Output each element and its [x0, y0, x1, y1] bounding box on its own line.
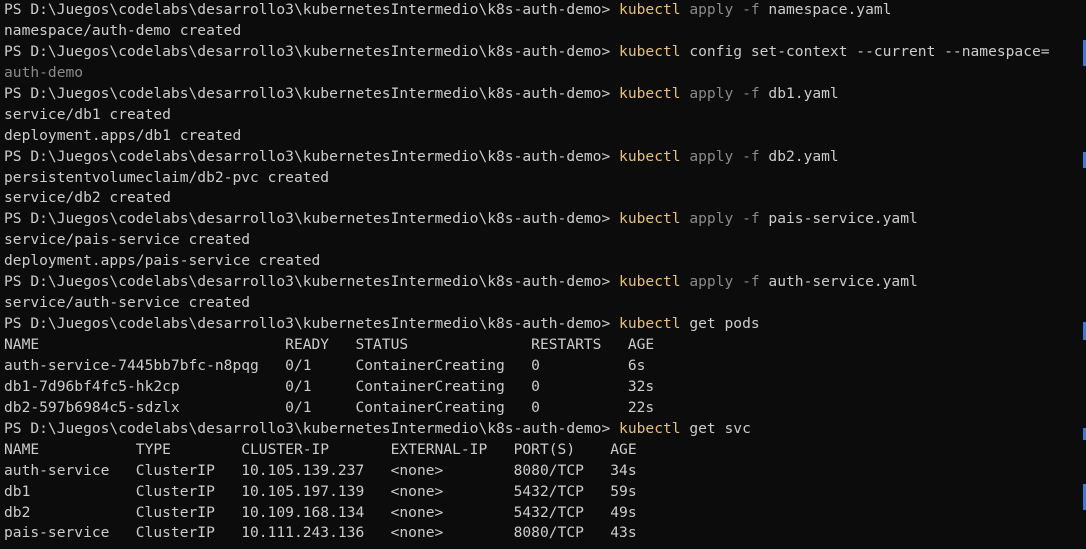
- output-text: NAME READY STATUS RESTARTS AGE: [4, 336, 655, 353]
- command-line: PS D:\Juegos\codelabs\desarrollo3\kubern…: [4, 272, 1086, 293]
- command-line: PS D:\Juegos\codelabs\desarrollo3\kubern…: [4, 209, 1086, 230]
- command-args: namespace.yaml: [759, 1, 892, 18]
- command-name: kubectl: [619, 210, 681, 228]
- output-line: NAME READY STATUS RESTARTS AGE: [4, 335, 1086, 356]
- command-line: PS D:\Juegos\codelabs\desarrollo3\kubern…: [4, 147, 1086, 168]
- output-text: db1 ClusterIP 10.105.197.139 <none> 5432…: [4, 482, 637, 500]
- output-line: auth-service-7445bb7bfc-n8pqg 0/1 Contai…: [4, 356, 1086, 377]
- output-line: service/db2 created: [4, 188, 1086, 209]
- output-line: namespace/auth-demo created: [4, 21, 1086, 42]
- output-line: db1 ClusterIP 10.105.197.139 <none> 5432…: [4, 482, 1086, 503]
- output-text: service/db2 created: [4, 189, 171, 207]
- prompt-text: PS D:\Juegos\codelabs\desarrollo3\kubern…: [4, 42, 620, 60]
- output-line: db2 ClusterIP 10.109.168.134 <none> 5432…: [4, 503, 1086, 524]
- command-flag: apply -f: [680, 1, 760, 18]
- prompt-text: PS D:\Juegos\codelabs\desarrollo3\kubern…: [4, 273, 620, 291]
- command-line: PS D:\Juegos\codelabs\desarrollo3\kubern…: [4, 0, 1086, 21]
- output-text: service/db1 created: [4, 105, 171, 123]
- output-line: service/pais-service created: [4, 230, 1086, 251]
- output-text: NAME TYPE CLUSTER-IP EXTERNAL-IP PORT(S)…: [4, 440, 637, 458]
- prompt-text: PS D:\Juegos\codelabs\desarrollo3\kubern…: [4, 1, 620, 18]
- command-line: PS D:\Juegos\codelabs\desarrollo3\kubern…: [4, 314, 1086, 335]
- output-line: service/db1 created: [4, 105, 1086, 126]
- command-args: db1.yaml: [759, 84, 839, 102]
- command-name: kubectl: [619, 84, 681, 102]
- command-args: config set-context --current --namespace…: [680, 42, 1050, 60]
- command-args: get pods: [680, 315, 760, 333]
- output-line: deployment.apps/pais-service created: [4, 251, 1086, 272]
- output-text: db2 ClusterIP 10.109.168.134 <none> 5432…: [4, 503, 637, 521]
- output-line: db1-7d96bf4fc5-hk2cp 0/1 ContainerCreati…: [4, 377, 1086, 398]
- output-text: auth-service-7445bb7bfc-n8pqg 0/1 Contai…: [4, 356, 646, 374]
- terminal-window[interactable]: PS D:\Juegos\codelabs\desarrollo3\kubern…: [0, 0, 1086, 549]
- command-name: kubectl: [619, 273, 681, 291]
- prompt-text: PS D:\Juegos\codelabs\desarrollo3\kubern…: [4, 147, 620, 165]
- output-line: persistentvolumeclaim/db2-pvc created: [4, 168, 1086, 189]
- command-args: pais-service.yaml: [759, 210, 918, 228]
- wrapped-argument-line: auth-demo: [4, 63, 1086, 84]
- command-flag: apply -f: [680, 210, 760, 228]
- output-text: db1-7d96bf4fc5-hk2cp 0/1 ContainerCreati…: [4, 377, 655, 395]
- command-line: PS D:\Juegos\codelabs\desarrollo3\kubern…: [4, 42, 1086, 63]
- command-args: auth-service.yaml: [759, 273, 918, 291]
- command-flag: apply -f: [680, 147, 760, 165]
- command-name: kubectl: [619, 42, 681, 60]
- output-text: pais-service ClusterIP 10.111.243.136 <n…: [4, 524, 637, 542]
- output-text: db2-597b6984c5-sdzlx 0/1 ContainerCreati…: [4, 398, 655, 416]
- output-line: NAME TYPE CLUSTER-IP EXTERNAL-IP PORT(S)…: [4, 440, 1086, 461]
- terminal-output: PS D:\Juegos\codelabs\desarrollo3\kubern…: [4, 0, 1086, 544]
- output-text: auth-service ClusterIP 10.105.139.237 <n…: [4, 461, 637, 479]
- output-text: namespace/auth-demo created: [4, 21, 242, 39]
- output-text: deployment.apps/db1 created: [4, 126, 242, 144]
- output-line: service/auth-service created: [4, 293, 1086, 314]
- output-text: deployment.apps/pais-service created: [4, 252, 321, 270]
- prompt-text: PS D:\Juegos\codelabs\desarrollo3\kubern…: [4, 419, 620, 437]
- command-args: get svc: [680, 419, 751, 437]
- command-name: kubectl: [619, 419, 681, 437]
- output-text: persistentvolumeclaim/db2-pvc created: [4, 168, 330, 186]
- output-line: auth-service ClusterIP 10.105.139.237 <n…: [4, 461, 1086, 482]
- command-line: PS D:\Juegos\codelabs\desarrollo3\kubern…: [4, 419, 1086, 440]
- prompt-text: PS D:\Juegos\codelabs\desarrollo3\kubern…: [4, 84, 620, 102]
- output-line: pais-service ClusterIP 10.111.243.136 <n…: [4, 523, 1086, 544]
- command-name: kubectl: [619, 315, 681, 333]
- output-text: auth-demo: [4, 63, 84, 81]
- output-text: service/pais-service created: [4, 231, 251, 249]
- command-name: kubectl: [619, 1, 681, 18]
- prompt-text: PS D:\Juegos\codelabs\desarrollo3\kubern…: [4, 315, 620, 333]
- command-name: kubectl: [619, 147, 681, 165]
- output-text: service/auth-service created: [4, 294, 251, 312]
- command-flag: apply -f: [680, 84, 760, 102]
- partial-next-line: ​: [4, 544, 1086, 549]
- command-args: db2.yaml: [759, 147, 839, 165]
- command-line: PS D:\Juegos\codelabs\desarrollo3\kubern…: [4, 84, 1086, 105]
- prompt-text: PS D:\Juegos\codelabs\desarrollo3\kubern…: [4, 210, 620, 228]
- command-flag: apply -f: [680, 273, 760, 291]
- output-line: deployment.apps/db1 created: [4, 126, 1086, 147]
- output-line: db2-597b6984c5-sdzlx 0/1 ContainerCreati…: [4, 398, 1086, 419]
